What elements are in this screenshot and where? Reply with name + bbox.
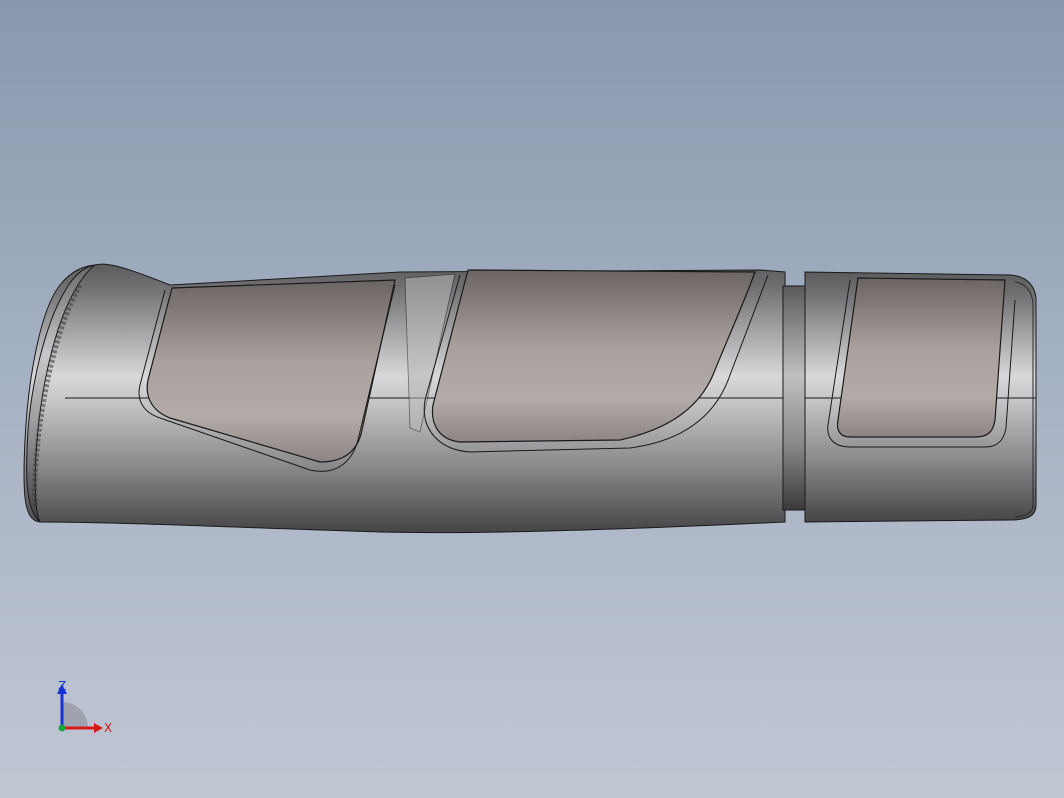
x-axis-arrow [94,723,103,733]
grip-pad-3 [836,277,1006,438]
triad-quadrant [62,702,88,728]
axis-triad: Z X [57,679,112,735]
z-axis-label: Z [58,679,66,693]
x-axis-label: X [104,721,112,735]
grip-neck [782,285,809,511]
graphics-viewport[interactable]: Z X [0,0,1064,798]
handlebar-grip-model[interactable] [0,0,1064,798]
y-axis-dot [58,724,66,732]
